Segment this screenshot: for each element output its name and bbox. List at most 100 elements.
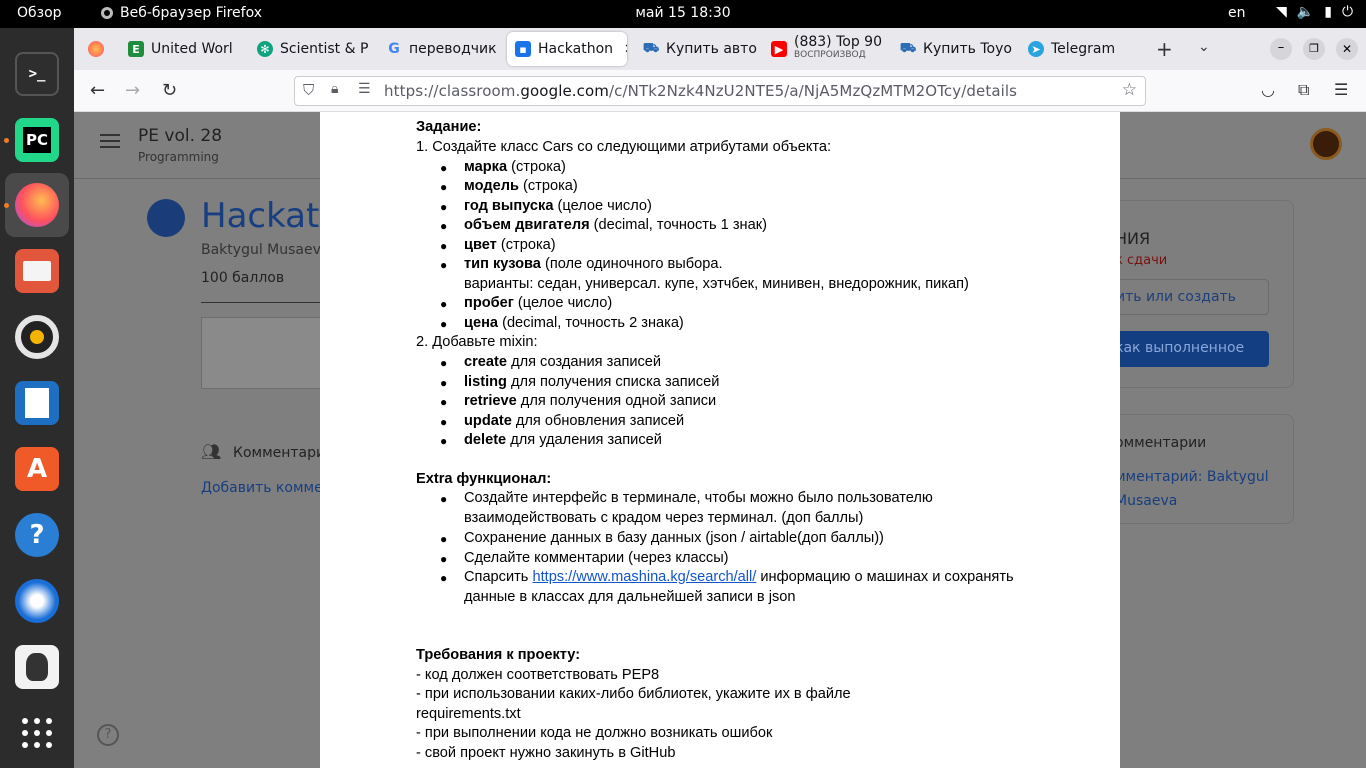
attribute-item: цвет (строка) (464, 237, 556, 253)
address-bar[interactable]: ⛉ 🔒︎ ☰ https://classroom.google.com/c/NT… (294, 76, 1146, 106)
close-tab-icon[interactable]: ✕ (624, 42, 627, 57)
permissions-icon[interactable]: ☰ (358, 81, 371, 97)
firefox-view-icon (88, 41, 104, 57)
extra-item-line: Создайте интерфейс в терминале, чтобы мо… (464, 490, 933, 506)
attribute-item: год выпуска (целое число) (464, 198, 652, 214)
openai-icon: ✻ (257, 41, 273, 57)
assignment-divider (201, 302, 321, 303)
extensions-icon[interactable]: ⧉ (1298, 80, 1309, 100)
extra-item-line: данные в классах для дальнейшей записи в… (464, 589, 796, 605)
forward-arrow-icon[interactable]: → (125, 80, 140, 101)
car-icon: ⛟ (899, 40, 917, 56)
avatar[interactable] (1310, 128, 1342, 160)
assignment-author: Baktygul Musaeva (201, 242, 330, 258)
bullet-icon: ● (440, 219, 448, 233)
mark-as-done-button[interactable]: как выполненное (1105, 331, 1269, 367)
reload-icon[interactable]: ↻ (162, 80, 177, 101)
assignment-icon (147, 199, 185, 237)
firefox-view-button[interactable] (80, 32, 110, 66)
bullet-icon: ● (440, 395, 448, 409)
libreoffice-writer-icon[interactable] (15, 381, 59, 425)
screenshot-tool-icon[interactable] (15, 645, 59, 689)
course-title[interactable]: PE vol. 28 (138, 126, 222, 146)
tab-hackathon[interactable]: ▪ Hackathon ✕ (507, 32, 627, 66)
extra-item-line: Сохранение данных в базу данных (json / … (464, 530, 884, 546)
new-tab-icon[interactable]: + (1156, 37, 1173, 61)
add-class-comment-link[interactable]: Добавить коммен (201, 480, 332, 496)
extra-item-line: Спарсить https://www.mashina.kg/search/a… (464, 569, 1014, 585)
lock-icon[interactable]: 🔒︎ (331, 81, 338, 97)
extra-item-line: взаимодействовать с крадом через термина… (464, 510, 864, 526)
bookmark-star-icon[interactable]: ☆ (1122, 80, 1137, 100)
your-work-title: НИЯ (1115, 229, 1151, 248)
attribute-item: цена (decimal, точность 2 знака) (464, 315, 684, 331)
bullet-icon: ● (440, 415, 448, 429)
tab-telegram[interactable]: ➤ Telegram (1020, 32, 1146, 66)
requirement-line: - при выполнении кода не должно возникат… (416, 725, 773, 741)
tracking-shield-icon[interactable]: ⛉ (303, 81, 314, 99)
running-indicator (4, 138, 9, 143)
maximize-icon[interactable]: ❐ (1303, 38, 1325, 60)
bullet-icon: ● (440, 434, 448, 448)
step-1-text: 1. Создайте класс Cars со следующими атр… (416, 139, 832, 155)
volume-icon: 🔈 (1296, 4, 1315, 20)
terminal-icon[interactable]: >_ (15, 52, 59, 96)
attribute-item: тип кузова (поле одиночного выбора. (464, 256, 723, 272)
mixin-item: retrieve для получения одной записи (464, 393, 717, 409)
tab-label: Купить авто (666, 41, 757, 57)
add-or-create-button[interactable]: ить или создать (1105, 279, 1269, 315)
pocket-icon[interactable]: ◡ (1261, 80, 1275, 99)
app-menu-icon[interactable]: ☰ (1334, 80, 1348, 99)
attribute-item: марка (строка) (464, 159, 566, 175)
running-indicator (4, 203, 9, 208)
tab-united-world[interactable]: E United Worl (120, 32, 246, 66)
help-circle-icon[interactable]: ? (97, 724, 119, 746)
mixin-item: listing для получения списка записей (464, 374, 720, 390)
thunderbird-icon[interactable] (15, 579, 59, 623)
clock[interactable]: май 15 18:30 (0, 5, 1366, 21)
app-center-icon[interactable]: A (15, 447, 59, 491)
bullet-icon: ● (440, 180, 448, 194)
bullet-icon: ● (440, 376, 448, 390)
mixin-item: delete для удаления записей (464, 432, 662, 448)
tab-translator[interactable]: G переводчик (378, 32, 504, 66)
add-private-comment-link[interactable]: мментарий: Baktygul Musaeva (1115, 465, 1275, 513)
url-text[interactable]: https://classroom.google.com/c/NTk2Nzk4N… (384, 82, 1017, 100)
tab-youtube[interactable]: ▶ (883) Top 90 ВОСПРОИЗВОД (763, 32, 889, 66)
navigation-toolbar: ← → ↻ ⛉ 🔒︎ ☰ https://classroom.google.co… (74, 70, 1366, 112)
attachment-thumbnail[interactable] (201, 317, 321, 389)
google-icon: G (388, 41, 400, 57)
document-icon: E (128, 41, 144, 57)
assignment-points: 100 баллов (201, 270, 285, 286)
tab-buy-car[interactable]: ⛟ Купить авто (635, 32, 761, 66)
attribute-item: объем двигателя (decimal, точность 1 зна… (464, 217, 767, 233)
tab-scientist[interactable]: ✻ Scientist & P (249, 32, 375, 66)
minimize-icon[interactable]: – (1270, 38, 1292, 60)
document-preview: Задание: 1. Создайте класс Cars со следу… (320, 112, 1120, 768)
bullet-icon: ● (440, 200, 448, 214)
rhythmbox-icon[interactable] (15, 315, 59, 359)
bullet-icon: ● (440, 552, 448, 566)
bullet-icon: ● (440, 317, 448, 331)
bullet-icon: ● (440, 161, 448, 175)
wifi-icon: ◥ (1276, 4, 1287, 20)
tab-buy-toyota[interactable]: ⛟ Купить Toyo (892, 32, 1018, 66)
show-apps-icon[interactable] (15, 711, 59, 755)
tab-audio-label: ВОСПРОИЗВОД (794, 50, 866, 60)
main-menu-icon[interactable] (100, 134, 120, 148)
mashina-link[interactable]: https://www.mashina.kg/search/all/ (532, 569, 756, 585)
help-icon[interactable]: ? (15, 513, 59, 557)
battery-icon: ▮ (1324, 4, 1332, 20)
private-comments-title: омментарии (1115, 435, 1207, 451)
bullet-icon: ● (440, 492, 448, 506)
system-tray[interactable]: ◥ 🔈 ▮ ⏻ (1276, 4, 1353, 20)
firefox-icon[interactable] (15, 183, 59, 227)
extra-heading: Extra функционал: (416, 471, 552, 487)
keyboard-layout[interactable]: en (1228, 5, 1246, 21)
close-window-icon[interactable]: ✕ (1336, 38, 1358, 60)
back-arrow-icon[interactable]: ← (90, 80, 105, 101)
list-tabs-icon[interactable]: ⌄ (1198, 39, 1210, 55)
attribute-item: пробег (целое число) (464, 295, 613, 311)
files-icon[interactable] (15, 249, 59, 293)
pycharm-icon[interactable]: PC (15, 118, 59, 162)
